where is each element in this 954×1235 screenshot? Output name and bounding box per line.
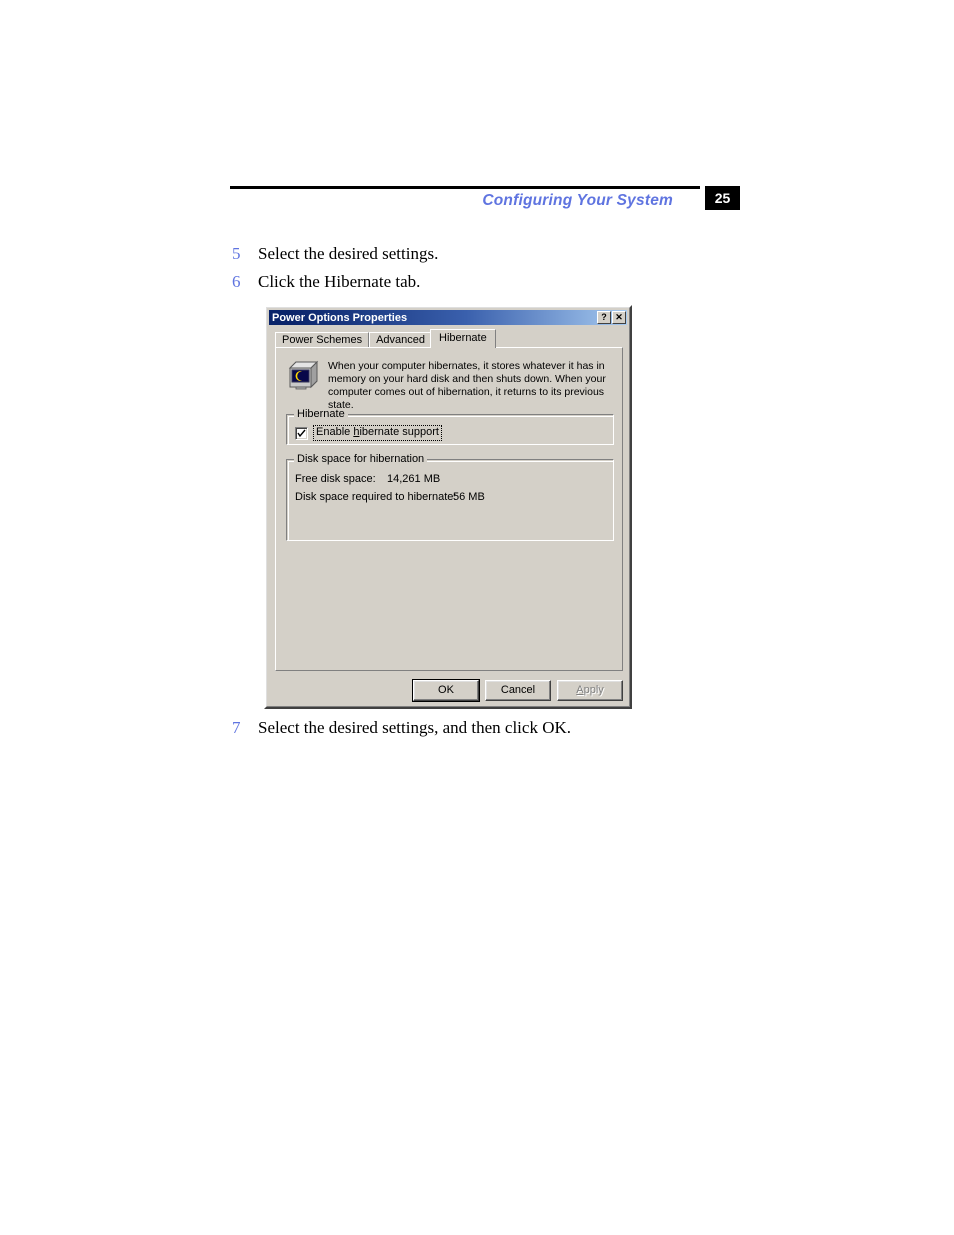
disk-space-groupbox: Disk space for hibernation Free disk spa… — [286, 453, 614, 541]
step-number: 6 — [232, 272, 241, 291]
tab-hibernate[interactable]: Hibernate — [430, 329, 496, 348]
step-item-6: 6 Click the Hibernate tab. — [232, 272, 420, 292]
hibernate-group-title: Hibernate — [294, 408, 348, 420]
header-rule — [230, 186, 700, 189]
free-disk-space-label: Free disk space: — [295, 473, 376, 485]
cancel-button[interactable]: Cancel — [485, 680, 551, 701]
hibernate-groupbox: Hibernate Enable hibernate support — [286, 408, 614, 445]
step-number: 7 — [232, 718, 241, 737]
apply-button: Apply — [557, 680, 623, 701]
close-icon[interactable]: ✕ — [612, 311, 626, 324]
tab-power-schemes[interactable]: Power Schemes — [275, 332, 370, 348]
step-item-7: 7 Select the desired settings, and then … — [232, 718, 571, 738]
dialog-inner-frame: Power Options Properties ? ✕ Power Schem… — [266, 307, 630, 707]
step-item-5: 5 Select the desired settings. — [232, 244, 438, 264]
apply-accel: A — [576, 684, 584, 696]
enable-hibernate-checkbox-row[interactable]: Enable hibernate support — [295, 425, 442, 441]
step-text: Select the desired settings, and then cl… — [258, 718, 571, 737]
enable-hibernate-label: Enable hibernate support — [313, 425, 442, 441]
checkbox-label-part2: ibernate support — [359, 426, 439, 438]
checkbox-label-part1: Enable — [316, 426, 354, 438]
step-text: Click the Hibernate tab. — [258, 272, 421, 291]
dialog-button-bar: OK Cancel Apply — [267, 679, 623, 702]
required-disk-space-label: Disk space required to hibernate: — [295, 491, 457, 503]
tab-strip: Power Schemes Advanced Hibernate — [275, 329, 623, 348]
free-disk-space-value: 14,261 MB — [387, 473, 441, 485]
dialog-title: Power Options Properties — [272, 311, 408, 324]
free-disk-space-row: Free disk space: 14,261 MB — [295, 473, 440, 485]
checkbox-checked-icon[interactable] — [295, 426, 308, 440]
hibernate-monitor-icon — [286, 360, 320, 392]
page-header: Configuring Your System 25 — [230, 186, 740, 220]
required-disk-space-value: 56 MB — [453, 491, 485, 503]
power-options-properties-dialog[interactable]: Power Options Properties ? ✕ Power Schem… — [264, 305, 632, 709]
help-icon[interactable]: ? — [597, 311, 611, 324]
step-text: Select the desired settings. — [258, 244, 439, 263]
ok-button[interactable]: OK — [412, 679, 480, 702]
page-number-badge: 25 — [705, 186, 740, 210]
page-title: Configuring Your System — [482, 192, 673, 209]
titlebar-button-group: ? ✕ — [597, 311, 627, 324]
apply-rest: pply — [583, 684, 604, 696]
description-row: When your computer hibernates, it stores… — [286, 360, 614, 412]
step-number: 5 — [232, 244, 241, 263]
dialog-titlebar[interactable]: Power Options Properties ? ✕ — [269, 310, 627, 325]
hibernate-description: When your computer hibernates, it stores… — [328, 360, 606, 411]
disk-space-group-title: Disk space for hibernation — [294, 453, 428, 465]
tab-advanced[interactable]: Advanced — [369, 332, 433, 348]
required-disk-space-row: Disk space required to hibernate:56 MB — [295, 491, 485, 503]
tab-page-hibernate: When your computer hibernates, it stores… — [275, 347, 623, 671]
